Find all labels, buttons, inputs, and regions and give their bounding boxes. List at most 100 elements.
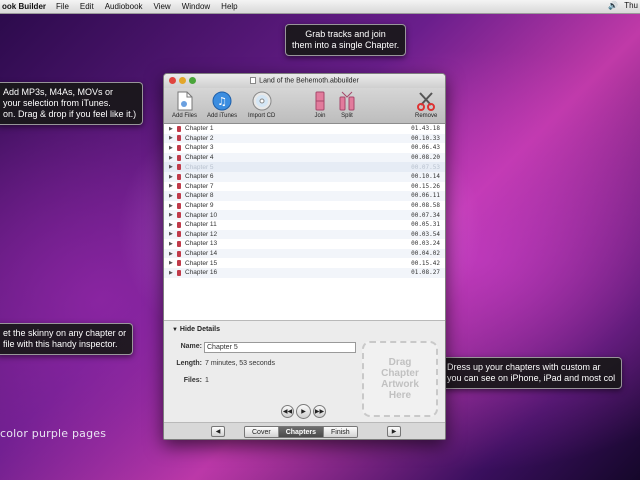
chapter-row[interactable]: ▶ Chapter 15 00.15.42 [164, 258, 445, 268]
disclosure-right-icon[interactable]: ▶ [169, 126, 177, 132]
disclosure-right-icon[interactable]: ▶ [169, 164, 177, 170]
join-icon [309, 90, 331, 112]
tab-cover[interactable]: Cover [245, 427, 279, 437]
window-title-area: Land of the Behemoth.abbuilder [164, 77, 445, 85]
add-files-button[interactable]: Add Files [172, 90, 197, 119]
chapter-row[interactable]: ▶ Chapter 7 00.15.26 [164, 181, 445, 192]
chapter-duration: 00.03.24 [411, 240, 440, 248]
split-label: Split [341, 113, 353, 119]
disclosure-right-icon[interactable]: ▶ [169, 183, 177, 189]
disclosure-right-icon[interactable]: ▶ [169, 260, 177, 266]
chapter-name: Chapter 14 [185, 250, 218, 258]
fast-forward-button[interactable]: ▶▶ [313, 405, 326, 418]
chapter-icon [177, 212, 181, 219]
fast-forward-icon: ▶▶ [314, 409, 325, 415]
app-menu[interactable]: ook Builder [2, 2, 46, 11]
add-itunes-button[interactable]: ♫ Add iTunes [207, 90, 237, 119]
menu-view[interactable]: View [154, 2, 171, 11]
disclosure-right-icon[interactable]: ▶ [169, 212, 177, 218]
chapter-icon [177, 221, 181, 228]
chapter-name: Chapter 6 [185, 173, 214, 181]
disclosure-right-icon[interactable]: ▶ [169, 231, 177, 237]
app-window: Land of the Behemoth.abbuilder Add Files… [163, 73, 446, 440]
chapter-row[interactable]: ▶ Chapter 6 00.10.14 [164, 171, 445, 182]
menu-file[interactable]: File [56, 2, 69, 11]
previous-step-button[interactable]: ◀ [211, 426, 225, 437]
disclosure-right-icon[interactable]: ▶ [169, 222, 177, 228]
disclosure-right-icon[interactable]: ▶ [169, 193, 177, 199]
chapter-row[interactable]: ▶ Chapter 5 00.07.53 [164, 162, 445, 172]
clock-text[interactable]: Thu [624, 1, 638, 10]
artwork-placeholder-text: Drag Chapter Artwork Here [381, 357, 419, 401]
svg-text:♫: ♫ [217, 95, 227, 108]
chapter-icon [177, 183, 181, 190]
minimize-button[interactable] [179, 77, 186, 84]
chapter-icon [177, 125, 181, 132]
bottom-navigation: ◀ Cover Chapters Finish ▶ [164, 423, 445, 439]
chapter-icon [177, 231, 181, 238]
menu-window[interactable]: Window [182, 2, 210, 11]
menu-help[interactable]: Help [221, 2, 237, 11]
disclosure-right-icon[interactable]: ▶ [169, 135, 177, 141]
tooltip-inspector: et the skinny on any chapter or file wit… [0, 323, 134, 355]
play-button[interactable]: ▶ [296, 404, 311, 419]
disclosure-right-icon[interactable]: ▶ [169, 270, 177, 276]
tab-chapters[interactable]: Chapters [278, 427, 325, 437]
disclosure-right-icon[interactable]: ▶ [169, 251, 177, 257]
chapter-row[interactable]: ▶ Chapter 11 00.05.31 [164, 219, 445, 230]
chapter-row[interactable]: ▶ Chapter 13 00.03.24 [164, 239, 445, 249]
chapter-name: Chapter 16 [185, 269, 218, 277]
window-title: Land of the Behemoth.abbuilder [259, 77, 359, 85]
chapter-row[interactable]: ▶ Chapter 1 01.43.18 [164, 124, 445, 134]
menu-bar: ook Builder File Edit Audiobook View Win… [0, 0, 640, 14]
chapter-duration: 00.07.53 [411, 163, 440, 171]
close-button[interactable] [169, 77, 176, 84]
next-step-button[interactable]: ▶ [387, 426, 401, 437]
split-icon [336, 90, 358, 112]
chapter-row[interactable]: ▶ Chapter 16 01.08.27 [164, 267, 445, 278]
chapter-name-field[interactable]: Chapter 5 [204, 342, 356, 353]
import-cd-button[interactable]: Import CD [248, 90, 275, 119]
join-button[interactable]: Join [309, 90, 331, 119]
chapter-row[interactable]: ▶ Chapter 8 00.06.11 [164, 191, 445, 201]
chapter-name: Chapter 7 [185, 182, 214, 190]
disclosure-right-icon[interactable]: ▶ [169, 241, 177, 247]
chapter-name: Chapter 8 [185, 192, 214, 200]
chapter-row[interactable]: ▶ Chapter 14 00.04.02 [164, 248, 445, 259]
disclosure-right-icon[interactable]: ▶ [169, 155, 177, 161]
length-value: 7 minutes, 53 seconds [205, 360, 276, 367]
chapter-duration: 00.06.11 [411, 192, 440, 200]
zoom-button[interactable] [189, 77, 196, 84]
chapter-duration: 00.10.33 [411, 134, 440, 142]
disclosure-right-icon[interactable]: ▶ [169, 145, 177, 151]
chapter-row[interactable]: ▶ Chapter 4 00.08.20 [164, 152, 445, 163]
step-tabs: Cover Chapters Finish [244, 426, 358, 438]
chapter-name: Chapter 12 [185, 230, 218, 238]
chapter-row[interactable]: ▶ Chapter 3 00.06.43 [164, 143, 445, 153]
arrow-left-icon: ◀ [215, 429, 221, 435]
chapter-row[interactable]: ▶ Chapter 12 00.03.54 [164, 229, 445, 240]
chapter-duration: 00.15.42 [411, 259, 440, 267]
playback-controls: ◀◀ ▶ ▶▶ [281, 404, 326, 419]
chapter-duration: 00.08.20 [411, 154, 440, 162]
volume-icon[interactable]: 🔊 [608, 1, 618, 10]
chapter-name: Chapter 15 [185, 259, 218, 267]
menu-edit[interactable]: Edit [80, 2, 94, 11]
split-button[interactable]: Split [336, 90, 358, 119]
remove-button[interactable]: Remove [415, 90, 437, 119]
hide-details-label: Hide Details [179, 326, 220, 333]
disclosure-right-icon[interactable]: ▶ [169, 174, 177, 180]
chapter-list[interactable]: ▶ Chapter 1 01.43.18 ▶ Chapter 2 00.10.33 ▶ Cha… [164, 124, 445, 321]
chapter-row[interactable]: ▶ Chapter 9 00.08.58 [164, 200, 445, 211]
tab-finish[interactable]: Finish [324, 427, 357, 437]
chapter-row[interactable]: ▶ Chapter 10 00.07.34 [164, 210, 445, 220]
hide-details-toggle[interactable]: ▼ Hide Details [172, 326, 220, 333]
artwork-drop-zone[interactable]: Drag Chapter Artwork Here [362, 341, 438, 417]
chapter-row[interactable]: ▶ Chapter 2 00.10.33 [164, 133, 445, 144]
title-bar[interactable]: Land of the Behemoth.abbuilder [164, 74, 445, 88]
disclosure-right-icon[interactable]: ▶ [169, 203, 177, 209]
rewind-button[interactable]: ◀◀ [281, 405, 294, 418]
menu-audiobook[interactable]: Audiobook [105, 2, 143, 11]
length-label: Length: [176, 360, 202, 367]
overlay-caption: color purple pages [0, 427, 107, 440]
